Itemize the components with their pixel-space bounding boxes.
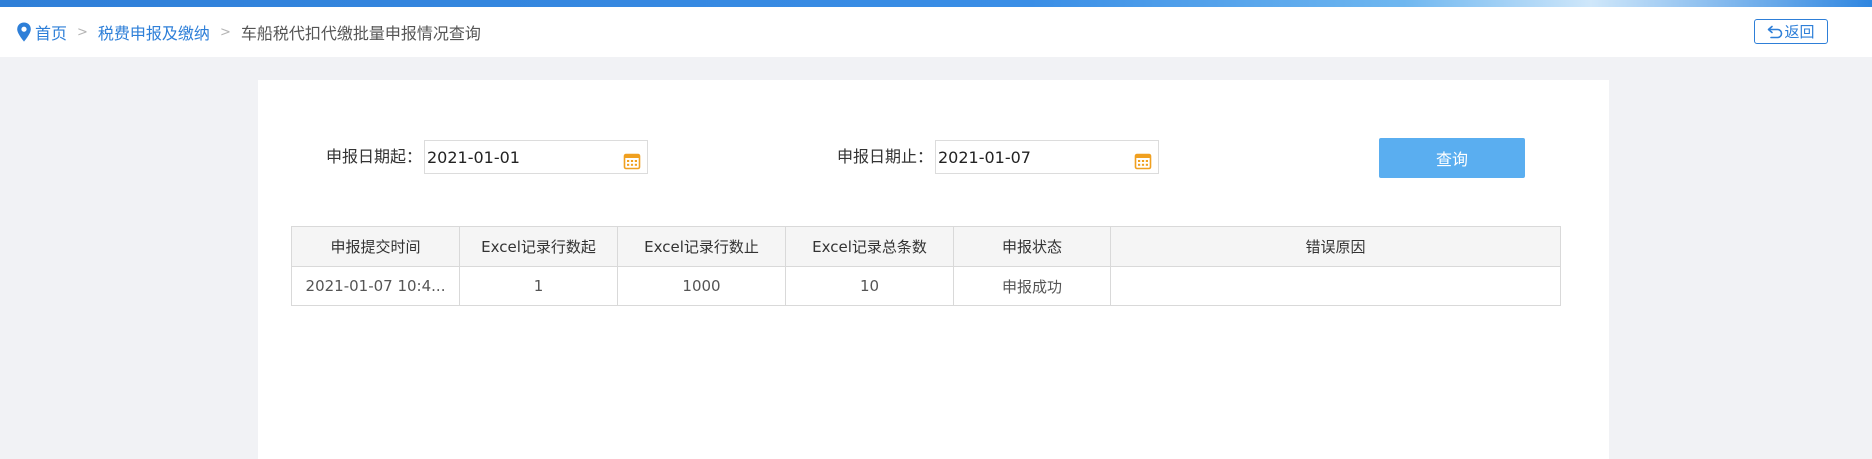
table-row[interactable]: 2021-01-07 10:4... 1 1000 10 申报成功 [291, 266, 1561, 306]
table-header-row: 申报提交时间 Excel记录行数起 Excel记录行数止 Excel记录总条数 … [291, 226, 1561, 267]
calendar-icon[interactable] [623, 148, 641, 170]
end-date-input[interactable]: 2021-01-07 [935, 140, 1159, 174]
column-header: Excel记录行数起 [459, 226, 618, 267]
top-banner-strip [0, 0, 1872, 7]
end-date-value: 2021-01-07 [938, 148, 1031, 167]
column-header: 错误原因 [1110, 226, 1561, 267]
location-pin-icon [16, 22, 32, 42]
submit-time-cell: 2021-01-07 10:4... [291, 266, 460, 306]
breadcrumb: 首页 > 税费申报及缴纳 > 车船税代扣代缴批量申报情况查询 [16, 21, 481, 43]
column-header: Excel记录行数止 [617, 226, 786, 267]
excel-row-start-cell: 1 [459, 266, 618, 306]
breadcrumb-home-link[interactable]: 首页 [35, 20, 67, 44]
back-button[interactable]: 返回 [1754, 19, 1828, 44]
back-button-label: 返回 [1784, 23, 1815, 41]
column-header: 申报提交时间 [291, 226, 460, 267]
error-reason-cell [1110, 266, 1561, 306]
breadcrumb-tax-declaration-link[interactable]: 税费申报及缴纳 [98, 20, 210, 44]
calendar-icon[interactable] [1134, 148, 1152, 170]
declaration-status-cell: 申报成功 [953, 266, 1111, 306]
breadcrumb-bar: 首页 > 税费申报及缴纳 > 车船税代扣代缴批量申报情况查询 返回 [0, 7, 1872, 57]
breadcrumb-current-page: 车船税代扣代缴批量申报情况查询 [240, 24, 481, 43]
query-button[interactable]: 查询 [1379, 138, 1525, 178]
results-table: 申报提交时间 Excel记录行数起 Excel记录行数止 Excel记录总条数 … [291, 226, 1561, 306]
column-header: 申报状态 [953, 226, 1111, 267]
breadcrumb-separator: > [219, 24, 231, 40]
breadcrumb-separator: > [77, 24, 88, 40]
return-arrow-icon [1767, 25, 1783, 39]
start-date-input[interactable]: 2021-01-01 [424, 140, 648, 174]
column-header: Excel记录总条数 [785, 226, 954, 267]
start-date-value: 2021-01-01 [427, 148, 520, 167]
excel-row-end-cell: 1000 [617, 266, 786, 306]
end-date-label: 申报日期止： [837, 147, 934, 166]
excel-record-total-cell: 10 [785, 266, 954, 306]
query-panel: 申报日期起： 2021-01-01 申报日期止： 2021-01-07 查询 申… [258, 80, 1609, 459]
start-date-label: 申报日期起： [326, 147, 423, 166]
